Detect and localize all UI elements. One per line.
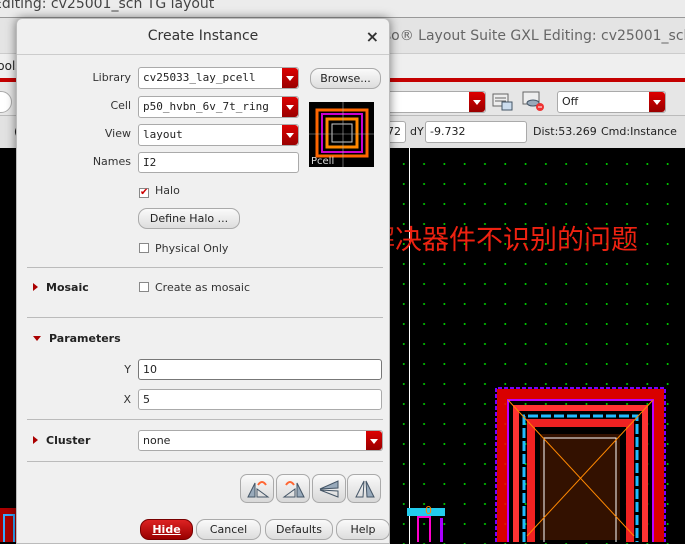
cancel-button[interactable]: Cancel [196,519,261,540]
checkmark-icon: ✔ [139,187,149,198]
mirror-x-icon [319,480,339,498]
param-y-label: Y [124,363,131,376]
view-label: View [104,127,131,140]
mirror-y-icon [355,480,375,498]
cell-select[interactable]: p50_hvbn_6v_7t_ring [138,96,299,118]
divider [27,461,383,462]
chevron-down-icon [282,125,298,145]
toolbar-select[interactable] [380,91,486,113]
divider [27,419,383,420]
chevron-down-icon [366,431,382,450]
param-y-input[interactable]: 10 [138,359,382,380]
create-mosaic-checkbox[interactable]: Create as mosaic [139,281,250,294]
create-mosaic-label: Create as mosaic [155,281,251,294]
rotate-right-button[interactable] [276,474,310,503]
dialog-title: Create Instance [17,19,389,55]
param-x-label: X [123,393,131,406]
divider [27,267,383,268]
cell-preview: Pcell [309,102,374,167]
defaults-button[interactable]: Defaults [265,519,333,540]
create-instance-dialog: Create Instance × Library cv25033_lay_pc… [16,18,390,544]
dy-label: dY [410,125,424,138]
rotate-right-icon [282,481,305,498]
halo-checkbox[interactable]: ✔ Halo [139,184,180,198]
browse-button[interactable]: Browse... [310,68,381,89]
canvas-axis-line [409,148,410,544]
ring-layout-instance [495,387,666,542]
hide-button[interactable]: Hide [140,519,193,540]
rotate-left-icon [247,481,270,498]
cluster-select[interactable]: none [138,430,383,451]
command-readout: Cmd:Instance [601,125,677,138]
halo-label: Halo [155,184,180,197]
help-button[interactable]: Help [336,519,390,540]
cell-label: Cell [110,99,131,112]
svg-text:0: 0 [425,504,432,517]
chevron-down-icon [282,97,298,117]
dy-field[interactable]: -9.732 [425,121,527,143]
mosaic-section-toggle[interactable]: Mosaic [33,281,89,294]
names-input[interactable]: I2 [138,152,299,173]
param-x-input[interactable]: 5 [138,389,382,410]
mirror-y-button[interactable] [347,474,381,503]
library-label: Library [92,71,131,84]
parameters-section-toggle[interactable]: Parameters [33,332,121,345]
small-device-instance: 0 [407,504,445,542]
snap-mode-select[interactable]: Off [557,91,666,113]
names-label: Names [92,155,131,168]
outer-window-title: Editing: cv25001_sch TG layout [0,0,685,18]
physical-only-checkbox[interactable]: Physical Only [139,242,228,255]
toolbar-left-button[interactable] [0,91,12,113]
pcell-label: Pcell [311,156,335,167]
view-select[interactable]: layout [138,124,299,146]
chevron-down-icon [469,92,485,112]
mirror-x-button[interactable] [312,474,346,503]
window-icon[interactable] [492,92,514,112]
chevron-down-icon [649,92,665,112]
physical-only-label: Physical Only [155,242,229,255]
rotate-left-button[interactable] [240,474,274,503]
library-select[interactable]: cv25033_lay_pcell [138,67,299,89]
cluster-section-toggle[interactable]: Cluster [33,434,90,447]
chevron-down-icon [282,68,298,88]
close-icon[interactable]: × [366,27,379,46]
visibility-icon[interactable] [522,90,546,112]
define-halo-button[interactable]: Define Halo ... [138,208,240,229]
distance-readout: Dist:53.269 [533,125,597,138]
divider [27,317,383,318]
